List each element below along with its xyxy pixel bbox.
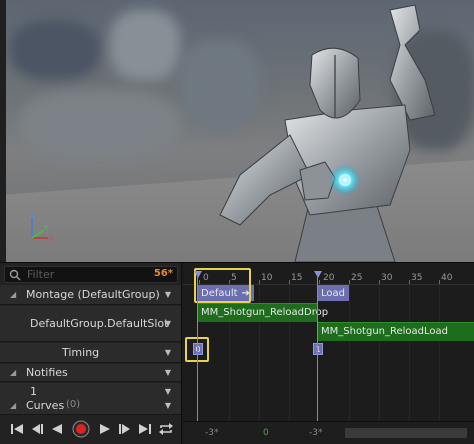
mannequin-character: [219, 4, 436, 262]
play-reverse-icon: [52, 424, 62, 434]
grid-line: [409, 285, 410, 421]
tick-mark: [289, 280, 290, 284]
range-mid-label[interactable]: 0: [263, 428, 269, 438]
curves-track-label: Curves: [26, 399, 65, 412]
go-to-end-icon: [139, 424, 151, 434]
transport-controls: [4, 417, 180, 441]
dropdown-arrow-icon[interactable]: ▼: [165, 290, 171, 299]
scrub-head-icon[interactable]: [194, 271, 202, 278]
grid-line: [349, 285, 350, 421]
anim-segment-label: MM_Shotgun_ReloadLoad: [321, 326, 449, 337]
search-icon: [9, 269, 21, 281]
step-forward-button[interactable]: [116, 420, 134, 438]
range-start-label[interactable]: -3*: [205, 428, 218, 438]
loop-button[interactable]: [156, 420, 176, 438]
grid-line: [379, 285, 380, 421]
range-end-label[interactable]: -3*: [309, 428, 322, 438]
filter-box[interactable]: Filter 56*: [4, 266, 178, 283]
section-load[interactable]: Load: [317, 285, 349, 301]
anim-segment-label: MM_Shotgun_ReloadDrop: [201, 307, 329, 318]
montage-track-label: Montage (DefaultGroup): [26, 288, 160, 301]
tick-mark: [379, 280, 380, 284]
scrub-line: [197, 273, 198, 423]
timeline-area[interactable]: 0 5 10 15 20 25 30 35 40 Default ➔ Load …: [183, 263, 474, 444]
background-blur: [20, 90, 180, 160]
track-curves[interactable]: ◢ Curves (0) ▼: [0, 397, 181, 415]
timeline-scrollbar[interactable]: [345, 428, 467, 438]
background-blur: [10, 20, 100, 80]
timing-marker[interactable]: 1: [313, 343, 323, 355]
tick-label: 35: [411, 273, 423, 283]
collapse-triangle-icon[interactable]: ◢: [10, 401, 16, 410]
dropdown-arrow-icon[interactable]: ▼: [165, 387, 171, 396]
highlight-box: [194, 268, 251, 303]
track-montage[interactable]: ◢ Montage (DefaultGroup) ▼: [0, 285, 181, 305]
tick-mark: [439, 280, 440, 284]
notifies-track-label: Notifies: [26, 366, 68, 379]
timing-track-label: Timing: [62, 346, 100, 359]
axis-x-label: X: [49, 235, 54, 243]
section-head-icon[interactable]: [314, 271, 322, 278]
go-to-start-icon: [11, 424, 23, 434]
axis-z-label: Z: [30, 210, 36, 219]
tick-label: 30: [381, 273, 393, 283]
filter-placeholder: Filter: [27, 268, 55, 281]
dropdown-arrow-icon[interactable]: ▼: [165, 401, 171, 410]
anim-segment-reload-load[interactable]: MM_Shotgun_ReloadLoad: [317, 322, 474, 341]
step-back-button[interactable]: [28, 420, 46, 438]
tick-label: 10: [261, 273, 273, 283]
viewport[interactable]: Z Y X: [0, 0, 474, 262]
background-blur: [110, 10, 180, 80]
collapse-triangle-icon[interactable]: ◢: [10, 368, 16, 377]
record-button[interactable]: [70, 420, 92, 438]
go-to-end-button[interactable]: [136, 420, 154, 438]
viewport-border: [0, 0, 6, 262]
curves-count: (0): [66, 399, 81, 410]
section-load-label: Load: [321, 287, 345, 299]
play-forward-button[interactable]: [96, 420, 114, 438]
tick-mark: [259, 280, 260, 284]
dropdown-arrow-icon[interactable]: ▼: [165, 368, 171, 377]
tick-mark: [349, 280, 350, 284]
anim-segment-reload-drop[interactable]: MM_Shotgun_ReloadDrop: [197, 303, 328, 322]
track-notifies[interactable]: ◢ Notifies ▼: [0, 364, 181, 382]
timeline-bottom-bar: -3* 0 -3*: [183, 421, 474, 444]
tick-mark: [409, 280, 410, 284]
axis-y-label: Y: [43, 224, 49, 232]
tick-mark: [319, 280, 320, 284]
frame-count-badge: 56*: [153, 268, 173, 279]
track-timing[interactable]: Timing ▼: [0, 343, 181, 363]
dropdown-arrow-icon[interactable]: ▼: [165, 319, 171, 328]
play-forward-icon: [100, 424, 110, 434]
dropdown-arrow-icon[interactable]: ▼: [165, 348, 171, 357]
track-slot[interactable]: DefaultGroup.DefaultSlot ▼: [0, 306, 181, 342]
track-list: Filter 56* ◢ Montage (DefaultGroup) ▼ De…: [0, 263, 182, 444]
montage-editor-panel: Filter 56* ◢ Montage (DefaultGroup) ▼ De…: [0, 262, 474, 444]
play-reverse-button[interactable]: [48, 420, 66, 438]
collapse-triangle-icon[interactable]: ◢: [10, 290, 16, 299]
step-back-icon: [32, 424, 43, 434]
tick-label: 15: [291, 273, 303, 283]
go-to-start-button[interactable]: [8, 420, 26, 438]
tick-label: 40: [441, 273, 453, 283]
slot-track-label: DefaultGroup.DefaultSlot: [30, 317, 169, 330]
grid-line: [439, 285, 440, 421]
step-forward-icon: [119, 424, 130, 434]
axis-gizmo: Z Y X: [30, 210, 54, 243]
section-line: [317, 273, 318, 423]
record-icon: [72, 420, 90, 438]
loop-icon: [159, 423, 173, 435]
tick-label: 20: [323, 273, 335, 283]
tick-label: 25: [351, 273, 363, 283]
